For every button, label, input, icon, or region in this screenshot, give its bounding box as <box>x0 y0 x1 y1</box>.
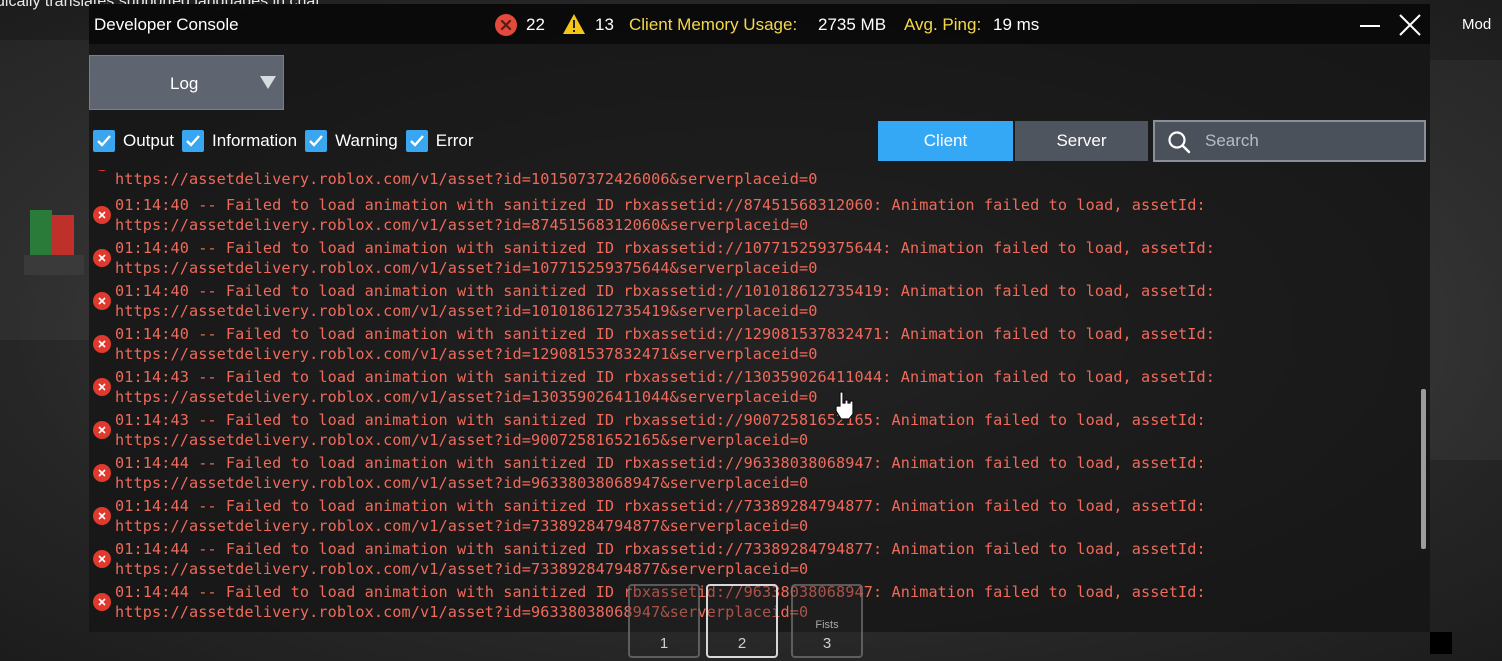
log-text: https://assetdelivery.roblox.com/v1/asse… <box>115 388 818 406</box>
log-text: https://assetdelivery.roblox.com/v1/asse… <box>115 259 818 277</box>
hand-cursor-icon <box>835 391 854 420</box>
log-text: 01:14:40 -- Failed to load animation wit… <box>115 196 1206 214</box>
log-entry: 01:14:43 -- Failed to load animation wit… <box>89 368 1409 411</box>
log-text: 01:14:40 -- Failed to load animation wit… <box>115 325 1215 343</box>
log-entry: 01:14:44 -- Failed to load animation wit… <box>89 540 1409 583</box>
memory-value: 2735 MB <box>818 15 887 34</box>
log-text: 01:14:40 -- Failed to load animation wit… <box>115 239 1215 257</box>
checkmark-icon <box>97 135 111 147</box>
memory-label: Client Memory Usage: <box>629 15 798 34</box>
output-label: Output <box>123 131 175 150</box>
log-dropdown-value: Log <box>170 74 199 93</box>
error-icon <box>93 249 111 267</box>
ping-value: 19 ms <box>993 15 1040 34</box>
console-title: Developer Console <box>94 15 239 34</box>
log-entry: https://assetdelivery.roblox.com/v1/asse… <box>89 170 1409 190</box>
log-text: https://assetdelivery.roblox.com/v1/asse… <box>115 170 818 188</box>
close-button[interactable] <box>1395 10 1425 40</box>
error-icon <box>93 206 111 224</box>
warning-label: Warning <box>335 131 398 150</box>
log-entry: 01:14:40 -- Failed to load animation wit… <box>89 196 1409 239</box>
log-entry: 01:14:40 -- Failed to load animation wit… <box>89 325 1409 368</box>
checkmark-icon <box>409 135 424 147</box>
error-icon <box>93 507 111 525</box>
error-label: Error <box>435 131 474 150</box>
log-entry: 01:14:40 -- Failed to load animation wit… <box>89 239 1409 282</box>
developer-console: Developer Console 22 13 Client Memory Us… <box>89 4 1430 632</box>
search-icon <box>1168 131 1191 154</box>
minimize-icon <box>1360 25 1380 27</box>
corner-block <box>1430 632 1452 654</box>
hotbar-slot-number: 3 <box>822 635 832 652</box>
log-text: https://assetdelivery.roblox.com/v1/asse… <box>115 517 809 535</box>
error-icon <box>93 378 111 396</box>
log-text: 01:14:43 -- Failed to load animation wit… <box>115 368 1215 386</box>
error-count: 22 <box>526 15 545 34</box>
hotbar-slot-1[interactable]: 1 <box>628 584 700 658</box>
error-icon <box>93 593 111 611</box>
error-icon <box>93 464 111 482</box>
close-icon <box>1399 14 1421 36</box>
log-text: https://assetdelivery.roblox.com/v1/asse… <box>115 216 809 234</box>
log-entry: 01:14:43 -- Failed to load animation wit… <box>89 411 1409 454</box>
error-icon <box>93 292 111 310</box>
log-text: 01:14:43 -- Failed to load animation wit… <box>115 411 1206 429</box>
log-scrollbar[interactable] <box>1421 389 1426 549</box>
filter-output[interactable]: Output <box>93 130 174 152</box>
filter-warning[interactable]: Warning <box>305 130 398 152</box>
log-entry: 01:14:40 -- Failed to load animation wit… <box>89 282 1409 325</box>
log-text: 01:14:44 -- Failed to load animation wit… <box>115 454 1206 472</box>
log-text: https://assetdelivery.roblox.com/v1/asse… <box>115 560 809 578</box>
hotbar-slot-2[interactable]: 2 <box>706 584 778 658</box>
log-entry: 01:14:44 -- Failed to load animation wit… <box>89 497 1409 540</box>
log-text: https://assetdelivery.roblox.com/v1/asse… <box>115 345 818 363</box>
log-text: https://assetdelivery.roblox.com/v1/asse… <box>115 474 809 492</box>
flag-decoration <box>24 210 84 275</box>
information-checkbox[interactable] <box>182 130 205 152</box>
log-type-dropdown[interactable]: Log <box>89 55 284 110</box>
error-icon <box>93 170 111 171</box>
search-box <box>1153 120 1426 162</box>
console-titlebar: Developer Console 22 13 Client Memory Us… <box>89 4 1430 44</box>
log-entry: 01:14:44 -- Failed to load animation wit… <box>89 454 1409 497</box>
hotbar-slot-number: 1 <box>659 635 669 652</box>
log-filters: Output Information Warning Error <box>93 130 482 152</box>
backdrop-panel <box>0 40 89 340</box>
filter-error[interactable]: Error <box>405 130 474 152</box>
log-text: https://assetdelivery.roblox.com/v1/asse… <box>115 302 818 320</box>
information-label: Information <box>212 131 298 150</box>
mod-label: Mod <box>1462 16 1492 33</box>
warning-count: 13 <box>595 15 614 34</box>
ping-label: Avg. Ping: <box>904 15 982 34</box>
chevron-down-icon <box>260 76 276 89</box>
filter-information[interactable]: Information <box>182 130 297 152</box>
error-icon <box>93 550 111 568</box>
log-text: https://assetdelivery.roblox.com/v1/asse… <box>115 431 809 449</box>
warning-count-icon <box>563 14 585 34</box>
error-icon <box>93 335 111 353</box>
search-input[interactable] <box>1205 128 1415 154</box>
checkmark-icon <box>309 135 323 147</box>
warning-checkbox[interactable] <box>305 130 328 152</box>
server-tab[interactable]: Server <box>1015 121 1148 161</box>
log-text: 01:14:44 -- Failed to load animation wit… <box>115 497 1206 515</box>
error-checkbox[interactable] <box>405 130 428 152</box>
minimize-button[interactable] <box>1355 10 1385 40</box>
backdrop-panel <box>1430 60 1502 460</box>
client-tab[interactable]: Client <box>878 121 1013 161</box>
checkmark-icon <box>186 135 200 147</box>
hotbar-slot-number: 2 <box>737 635 747 652</box>
error-icon <box>93 421 111 439</box>
hotbar-slot-3[interactable]: Fists 3 <box>791 584 863 658</box>
log-output[interactable]: https://assetdelivery.roblox.com/v1/asse… <box>89 170 1419 632</box>
log-text: https://assetdelivery.roblox.com/v1/asse… <box>115 603 809 621</box>
error-count-icon <box>495 14 517 36</box>
output-checkbox[interactable] <box>93 130 115 152</box>
log-text: 01:14:44 -- Failed to load animation wit… <box>115 540 1206 558</box>
log-text: 01:14:40 -- Failed to load animation wit… <box>115 282 1215 300</box>
hotbar-item-name: Fists <box>815 619 839 631</box>
